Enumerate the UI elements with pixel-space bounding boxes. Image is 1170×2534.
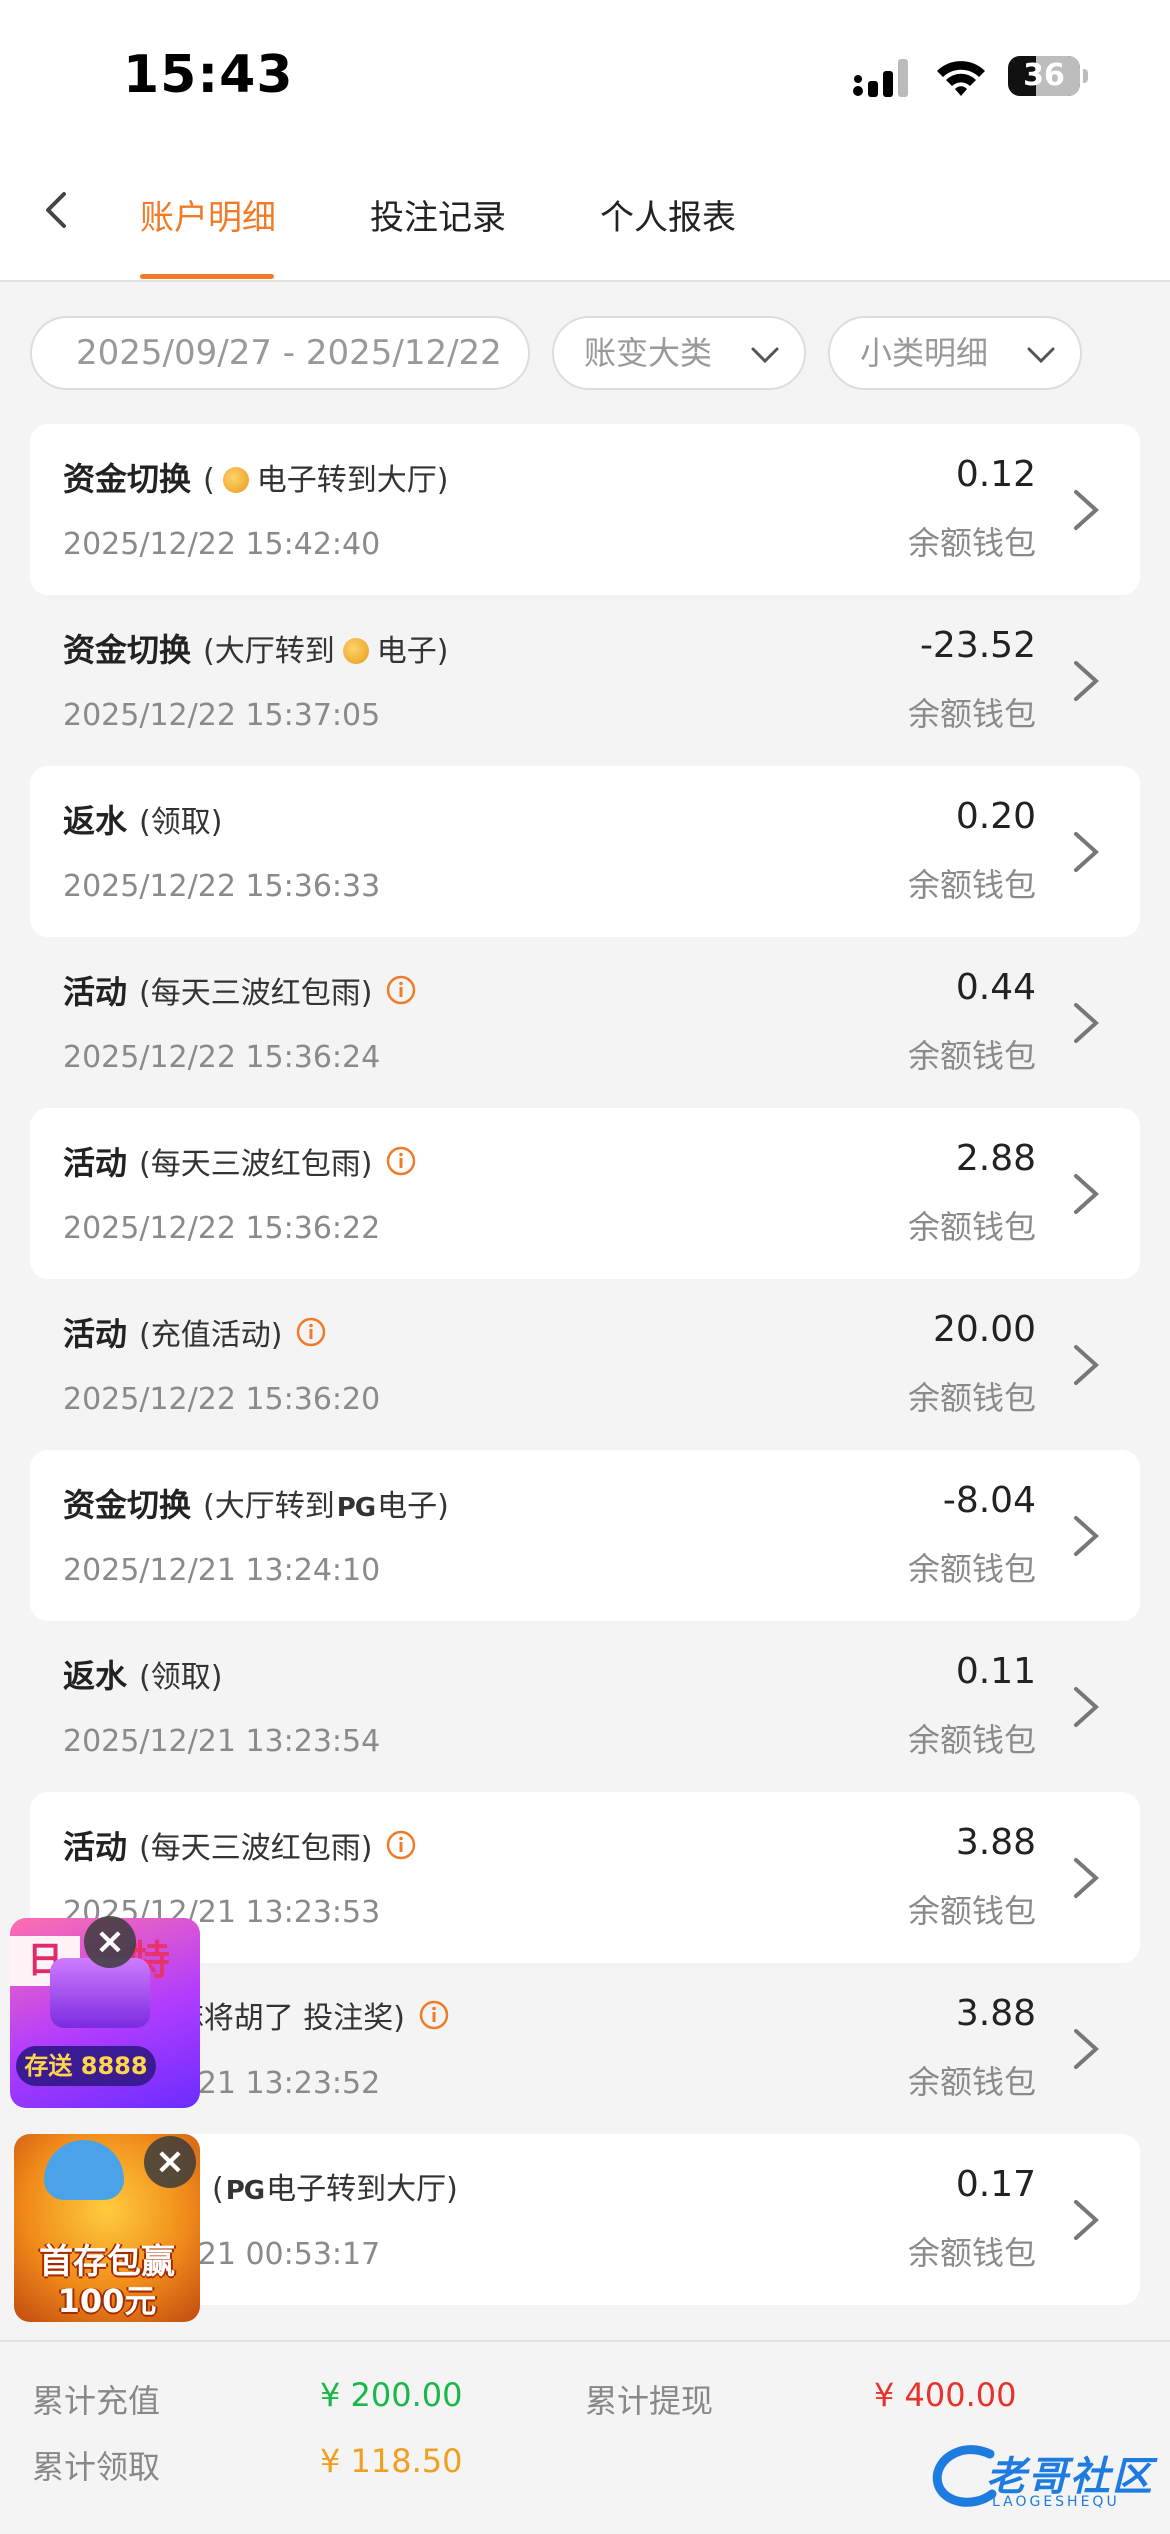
transaction-title: 资金切换 (大厅转到PG电子) <box>63 1486 449 1524</box>
transaction-title: 活动 (充值活动) <box>63 1309 326 1355</box>
chevron-right-icon <box>1074 490 1099 530</box>
transaction-wallet: 余额钱包 <box>907 2063 1036 2101</box>
battery-icon: 36 <box>1008 56 1088 96</box>
transaction-wallet: 余额钱包 <box>907 1892 1036 1930</box>
info-icon[interactable] <box>419 2000 449 2030</box>
total-claim-label: 累计领取 <box>32 2448 161 2486</box>
transaction-datetime: 2025/12/22 15:36:33 <box>63 869 381 904</box>
game-provider-icon <box>342 638 369 664</box>
back-arrow-icon[interactable] <box>28 180 88 240</box>
transaction-amount: 3.88 <box>955 1822 1036 1863</box>
shark-mascot-icon <box>44 2140 124 2200</box>
tab-bet-records[interactable]: 投注记录 <box>370 190 506 239</box>
transaction-title: 活动 (每天三波红包雨) <box>63 967 416 1013</box>
transaction-wallet: 余额钱包 <box>907 1721 1036 1759</box>
subcategory-filter[interactable]: 小类明细 <box>828 316 1082 390</box>
transaction-title: 返水 (领取) <box>63 802 223 840</box>
transaction-datetime: 2025/12/22 15:36:20 <box>63 1382 381 1417</box>
total-claim-value: ¥ 118.50 <box>320 2442 463 2480</box>
transaction-wallet: 余额钱包 <box>907 1208 1036 1246</box>
chevron-down-icon <box>1027 347 1055 364</box>
transaction-row[interactable]: 活动 (充值活动) 2025/12/22 15:36:20 20.00 余额钱包 <box>30 1279 1140 1450</box>
total-deposit-value: ¥ 200.00 <box>320 2376 463 2414</box>
chevron-down-icon <box>751 347 779 364</box>
transaction-row[interactable]: 资金切换 (大厅转到PG电子) 2025/12/21 13:24:10 -8.0… <box>30 1450 1140 1621</box>
transaction-row[interactable]: 资金切换 (大厅转到 电子) 2025/12/22 15:37:05 -23.52… <box>30 595 1140 766</box>
transaction-datetime: 2025/12/22 15:36:24 <box>63 1040 381 1075</box>
transaction-wallet: 余额钱包 <box>907 695 1036 733</box>
cellular-signal-icon <box>853 59 908 97</box>
category-filter[interactable]: 账变大类 <box>552 316 806 390</box>
transaction-datetime: 2025/12/22 15:42:40 <box>63 527 381 562</box>
status-bar: 15:43 36 <box>0 0 1170 150</box>
total-withdraw-label: 累计提现 <box>585 2382 714 2420</box>
status-time: 15:43 <box>123 45 294 105</box>
transaction-amount: 3.88 <box>955 1993 1036 2034</box>
info-icon[interactable] <box>386 1830 416 1860</box>
transaction-amount: -23.52 <box>919 625 1036 666</box>
close-ad-button[interactable]: × <box>84 1916 136 1968</box>
transaction-title: 活动 (每天三波红包雨) <box>63 1822 416 1868</box>
transaction-title: (PG电子转到大厅) <box>212 2172 458 2207</box>
transaction-datetime: 2025/12/21 13:24:10 <box>63 1553 381 1588</box>
chevron-right-icon <box>1074 1858 1099 1898</box>
transaction-amount: 0.12 <box>955 454 1036 495</box>
transaction-wallet: 余额钱包 <box>907 524 1036 562</box>
close-ad-button[interactable]: × <box>144 2136 196 2188</box>
wifi-icon <box>937 61 985 96</box>
tab-account-details[interactable]: 账户明细 <box>140 190 276 239</box>
chevron-right-icon <box>1074 1687 1099 1727</box>
promo-ad-text: 100元 <box>57 2282 157 2320</box>
game-provider-icon <box>222 467 249 493</box>
transaction-datetime: 2025/12/21 13:23:54 <box>63 1724 381 1759</box>
chevron-right-icon <box>1074 1345 1099 1385</box>
transaction-amount: 0.17 <box>955 2164 1036 2205</box>
chevron-right-icon <box>1074 1516 1099 1556</box>
transaction-amount: 0.44 <box>955 967 1036 1008</box>
transaction-row[interactable]: 活动 (每天三波红包雨) 2025/12/22 15:36:24 0.44 余额… <box>30 937 1140 1108</box>
transaction-wallet: 余额钱包 <box>907 2234 1036 2272</box>
chevron-right-icon <box>1074 2029 1099 2069</box>
transaction-datetime: 2025/12/22 15:36:22 <box>63 1211 381 1246</box>
active-tab-indicator <box>140 274 274 279</box>
chevron-right-icon <box>1074 661 1099 701</box>
transaction-wallet: 余额钱包 <box>907 1037 1036 1075</box>
transaction-datetime: 2025/12/22 15:37:05 <box>63 698 381 733</box>
chevron-right-icon <box>1074 2200 1099 2240</box>
nav-bar: 账户明细 投注记录 个人报表 <box>0 150 1170 282</box>
watermark-logo: 老哥社区 LAOGESHEQU <box>930 2440 1160 2520</box>
transaction-wallet: 余额钱包 <box>907 866 1036 904</box>
transaction-amount: 20.00 <box>932 1309 1036 1350</box>
transaction-row[interactable]: 资金切换 (电子转到大厅) 2025/12/22 15:42:40 0.12 余… <box>30 424 1140 595</box>
date-range-filter[interactable]: 2025/09/27 - 2025/12/22 <box>30 316 530 390</box>
transaction-amount: -8.04 <box>942 1480 1036 1521</box>
transaction-row[interactable]: 返水 (领取) 2025/12/22 15:36:33 0.20 余额钱包 <box>30 766 1140 937</box>
total-withdraw-value: ¥ 400.00 <box>874 2376 1017 2414</box>
info-icon[interactable] <box>386 975 416 1005</box>
transaction-row[interactable]: 返水 (领取) 2025/12/21 13:23:54 0.11 余额钱包 <box>30 1621 1140 1792</box>
transaction-amount: 0.20 <box>955 796 1036 837</box>
info-icon[interactable] <box>296 1317 326 1347</box>
total-deposit-label: 累计充值 <box>32 2382 161 2420</box>
transaction-title: 资金切换 (电子转到大厅) <box>63 460 449 498</box>
transaction-amount: 2.88 <box>955 1138 1036 1179</box>
pg-logo: PG <box>336 1493 376 1523</box>
chevron-right-icon <box>1074 1174 1099 1214</box>
transaction-row[interactable]: 活动 (每天三波红包雨) 2025/12/22 15:36:22 2.88 余额… <box>30 1108 1140 1279</box>
transaction-wallet: 余额钱包 <box>907 1550 1036 1588</box>
transaction-title: 活动 (每天三波红包雨) <box>63 1138 416 1184</box>
transaction-amount: 0.11 <box>955 1651 1036 1692</box>
chevron-right-icon <box>1074 832 1099 872</box>
transaction-title: 返水 (领取) <box>63 1657 223 1695</box>
transaction-title: 资金切换 (大厅转到 电子) <box>63 631 449 669</box>
pg-logo: PG <box>225 2176 265 2206</box>
tab-personal-report[interactable]: 个人报表 <box>600 190 736 239</box>
chevron-right-icon <box>1074 1003 1099 1043</box>
promo-ad-text: 存送 8888 <box>16 2046 156 2086</box>
info-icon[interactable] <box>386 1146 416 1176</box>
transaction-wallet: 余额钱包 <box>907 1379 1036 1417</box>
